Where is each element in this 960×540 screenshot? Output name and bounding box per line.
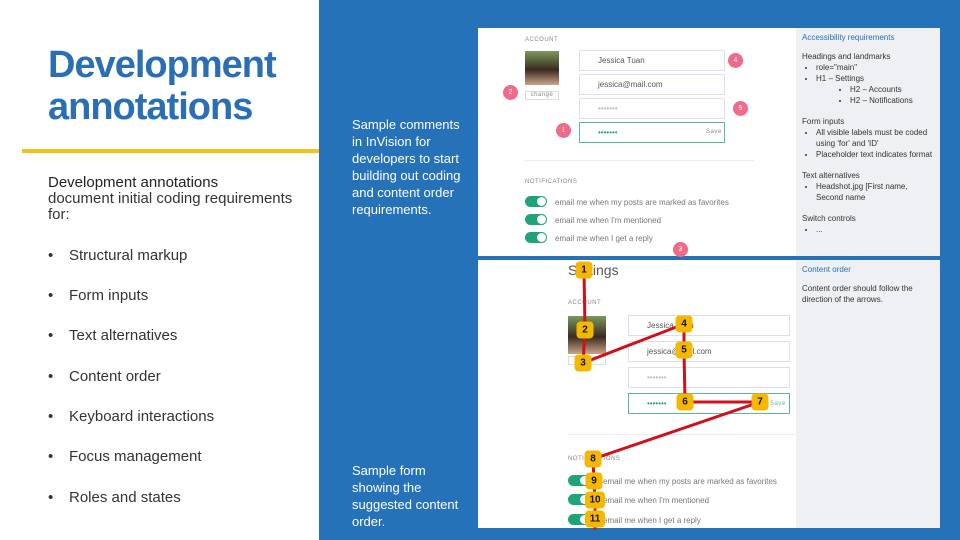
content-order-title: Content order bbox=[802, 265, 851, 274]
requirement-item: H2 – Notifications bbox=[850, 95, 934, 106]
requirement-item: Placeholder text indicates format bbox=[816, 149, 934, 160]
order-marker: 1 bbox=[575, 261, 593, 279]
order-marker: 8 bbox=[584, 450, 602, 468]
content-order-panel: Content order Content order should follo… bbox=[796, 260, 940, 528]
order-marker: 3 bbox=[574, 354, 592, 372]
order-marker: 4 bbox=[675, 315, 693, 333]
order-path bbox=[581, 269, 761, 530]
requirement-item: ... bbox=[816, 224, 934, 235]
headings-label: Headings and landmarks bbox=[802, 52, 891, 61]
accessibility-title: Accessibility requirements bbox=[802, 33, 895, 42]
switch-controls-label: Switch controls bbox=[802, 214, 856, 223]
order-marker: 6 bbox=[676, 393, 694, 411]
order-marker: 2 bbox=[576, 321, 594, 339]
content-order-text: Content order should follow the directio… bbox=[802, 284, 913, 304]
requirement-item: role="main" bbox=[816, 62, 934, 73]
order-marker: 10 bbox=[585, 491, 605, 509]
form-inputs-label: Form inputs bbox=[802, 117, 845, 126]
requirement-item: All visible labels must be coded using '… bbox=[816, 127, 934, 149]
requirement-item: H1 – Settings bbox=[816, 73, 934, 84]
order-marker: 5 bbox=[675, 341, 693, 359]
requirement-item: Headshot.jpg [First name, Second name bbox=[816, 181, 934, 203]
accessibility-requirements-panel: Accessibility requirements Headings and … bbox=[796, 28, 940, 256]
requirement-item: H2 – Accounts bbox=[850, 84, 934, 95]
order-marker: 11 bbox=[585, 510, 605, 528]
order-marker: 9 bbox=[585, 472, 603, 490]
order-marker: 7 bbox=[751, 393, 769, 411]
text-alternatives-label: Text alternatives bbox=[802, 171, 860, 180]
